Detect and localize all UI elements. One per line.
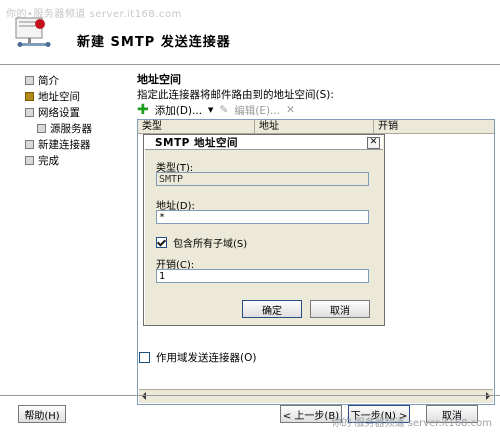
step-new-connector: 新建连接器 bbox=[25, 137, 91, 151]
edit-button[interactable]: 编辑(E)... bbox=[234, 103, 280, 118]
step-marker-icon bbox=[25, 155, 34, 165]
step-marker-icon bbox=[37, 123, 46, 133]
wizard-window: 新建 SMTP 发送连接器 你的•服务器频道 server.it168.com … bbox=[0, 0, 500, 435]
dialog-cancel-button[interactable]: 取消 bbox=[310, 300, 370, 318]
step-source-server: 源服务器 bbox=[37, 121, 92, 135]
address-field[interactable]: * bbox=[156, 210, 369, 224]
list-header: 类型 地址 开销 bbox=[138, 120, 494, 134]
step-label: 网络设置 bbox=[38, 106, 80, 119]
ok-button[interactable]: 确定 bbox=[242, 300, 302, 318]
step-network-settings: 网络设置 bbox=[25, 105, 80, 119]
column-header-type[interactable]: 类型 bbox=[138, 120, 255, 133]
dialog-title: SMTP 地址空间 bbox=[145, 136, 383, 150]
watermark-top: 你的•服务器频道 server.it168.com bbox=[6, 9, 182, 20]
add-icon[interactable]: ✚ bbox=[137, 103, 149, 117]
step-label: 新建连接器 bbox=[38, 138, 91, 151]
step-marker-icon bbox=[25, 139, 34, 149]
connector-wizard-icon bbox=[15, 17, 51, 47]
column-header-cost[interactable]: 开销 bbox=[374, 120, 493, 133]
include-subdomains-checkbox[interactable] bbox=[156, 237, 167, 248]
section-title: 地址空间 bbox=[137, 73, 181, 86]
address-toolbar: ✚ 添加(D)... ▼ ✎ 编辑(E)... ✕ bbox=[137, 103, 295, 117]
scope-checkbox[interactable] bbox=[139, 352, 150, 363]
horizontal-scrollbar[interactable] bbox=[139, 389, 493, 403]
step-label: 简介 bbox=[38, 74, 59, 87]
step-complete: 完成 bbox=[25, 153, 59, 167]
edit-icon: ✎ bbox=[219, 104, 229, 116]
column-header-address[interactable]: 地址 bbox=[255, 120, 374, 133]
smtp-address-space-dialog: SMTP 地址空间 ✕ 类型(T): SMTP 地址(D): * 包含所有子域(… bbox=[143, 134, 385, 326]
step-label: 完成 bbox=[38, 154, 59, 167]
step-marker-icon bbox=[25, 75, 34, 85]
include-subdomains-row[interactable]: 包含所有子域(S) bbox=[156, 235, 247, 250]
step-address-space: 地址空间 bbox=[25, 89, 80, 103]
step-marker-icon bbox=[25, 107, 34, 117]
step-marker-icon bbox=[25, 91, 34, 101]
type-field: SMTP bbox=[156, 172, 369, 186]
watermark-bottom: 你的·服务器频道 server.it168.com bbox=[331, 418, 492, 429]
scope-checkbox-label: 作用域发送连接器(O) bbox=[156, 352, 257, 364]
include-subdomains-label: 包含所有子域(S) bbox=[173, 239, 248, 250]
cost-field[interactable]: 1 bbox=[156, 269, 369, 283]
close-icon[interactable]: ✕ bbox=[367, 137, 380, 149]
step-label: 地址空间 bbox=[38, 90, 80, 103]
scroll-right-icon[interactable] bbox=[486, 392, 490, 400]
scroll-left-icon[interactable] bbox=[142, 392, 146, 400]
wizard-steps: 简介 地址空间 网络设置 源服务器 新建连接器 完成 bbox=[0, 65, 125, 395]
step-label: 源服务器 bbox=[50, 122, 92, 135]
step-intro: 简介 bbox=[25, 73, 59, 87]
add-dropdown-icon[interactable]: ▼ bbox=[208, 106, 213, 114]
footer-divider bbox=[0, 395, 500, 396]
help-button[interactable]: 帮助(H) bbox=[18, 405, 66, 423]
delete-icon[interactable]: ✕ bbox=[286, 104, 295, 116]
instruction-text: 指定此连接器将邮件路由到的地址空间(S): bbox=[137, 89, 334, 101]
add-button[interactable]: 添加(D)... bbox=[155, 103, 202, 118]
wizard-title: 新建 SMTP 发送连接器 bbox=[77, 35, 231, 50]
scope-checkbox-row[interactable]: 作用域发送连接器(O) bbox=[139, 350, 256, 365]
